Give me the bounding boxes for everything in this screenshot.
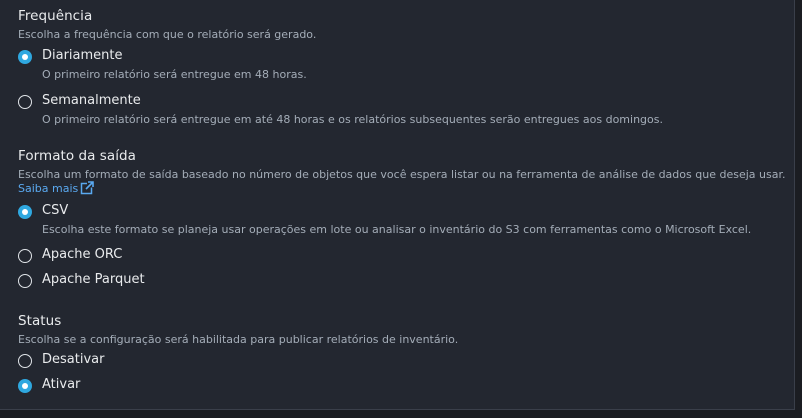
option-label-orc[interactable]: Apache ORC — [42, 247, 122, 262]
option-label-parquet[interactable]: Apache Parquet — [42, 272, 145, 287]
radio-frequency-weekly[interactable] — [18, 95, 32, 109]
frequency-title: Frequência — [18, 8, 93, 24]
external-link-icon — [80, 181, 94, 195]
inventory-settings-panel: Frequência Escolha a frequência com que … — [0, 0, 795, 410]
option-label-daily[interactable]: Diariamente — [42, 48, 123, 63]
learn-more-label[interactable]: Saiba mais — [18, 182, 78, 195]
option-description-weekly: O primeiro relatório será entregue em at… — [42, 113, 663, 126]
status-title: Status — [18, 313, 62, 329]
learn-more-link[interactable]: Saiba mais — [18, 181, 94, 195]
radio-frequency-daily[interactable] — [18, 50, 32, 64]
status-description: Escolha se a configuração será habilitad… — [18, 333, 459, 346]
option-label-disable[interactable]: Desativar — [42, 352, 104, 367]
option-label-csv[interactable]: CSV — [42, 203, 68, 218]
frequency-description: Escolha a frequência com que o relatório… — [18, 28, 317, 41]
option-label-enable[interactable]: Ativar — [42, 377, 80, 392]
option-description-daily: O primeiro relatório será entregue em 48… — [42, 68, 307, 81]
output-format-title: Formato da saída — [18, 148, 136, 164]
radio-format-csv[interactable] — [18, 205, 32, 219]
option-description-csv: Escolha este formato se planeja usar ope… — [42, 223, 752, 236]
radio-format-parquet[interactable] — [18, 274, 32, 288]
output-format-description: Escolha um formato de saída baseado no n… — [18, 168, 786, 181]
radio-format-orc[interactable] — [18, 249, 32, 263]
radio-status-enable[interactable] — [18, 379, 32, 393]
option-label-weekly[interactable]: Semanalmente — [42, 93, 141, 108]
radio-status-disable[interactable] — [18, 354, 32, 368]
